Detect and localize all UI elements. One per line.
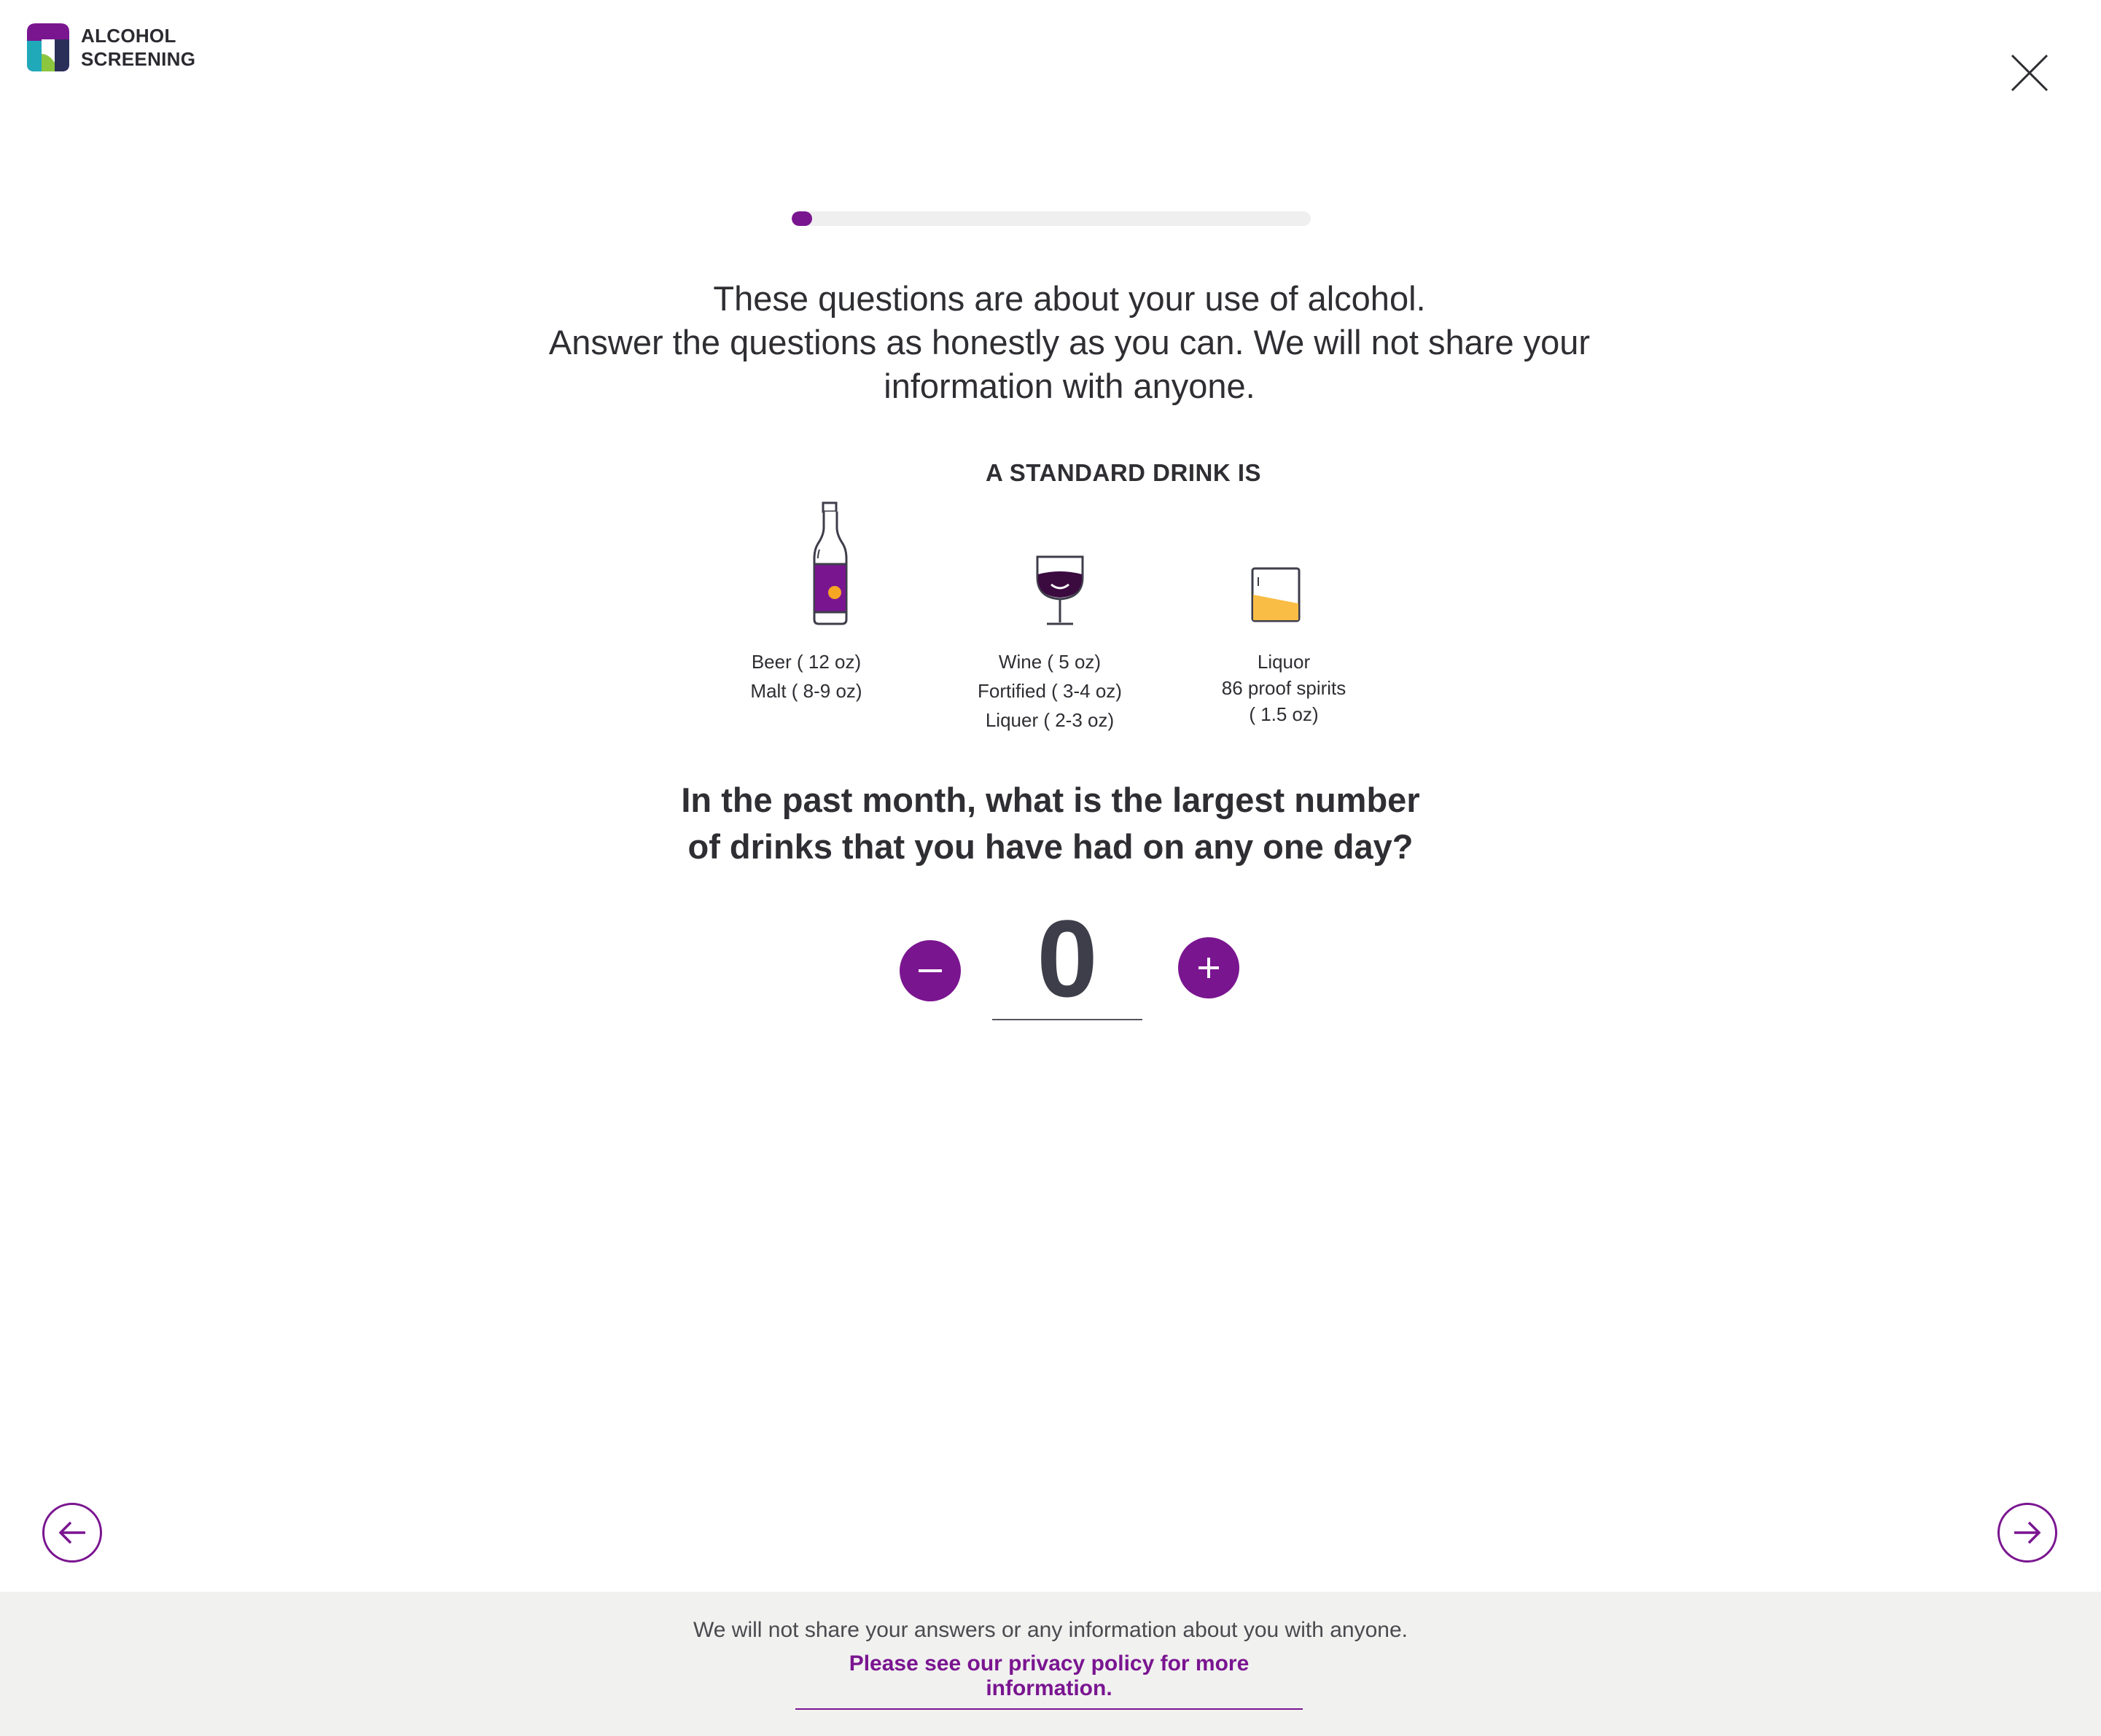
liquor-glass-icon: [1250, 566, 1302, 632]
beer-bottle-icon: [811, 501, 862, 635]
back-button[interactable]: [42, 1503, 102, 1563]
intro-line-3: information with anyone.: [884, 367, 1255, 405]
liquor-line-3: ( 1.5 oz): [1249, 703, 1319, 725]
progress-bar: [792, 211, 1311, 226]
beer-line-2: Malt ( 8-9 oz): [750, 680, 862, 702]
drink-count-input[interactable]: 0: [992, 896, 1142, 1020]
intro-text: These questions are about your use of al…: [467, 277, 1672, 408]
liquor-text: Liquor 86 proof spirits ( 1.5 oz): [1193, 649, 1375, 727]
wine-line-3: Liquer ( 2-3 oz): [985, 709, 1115, 731]
privacy-note: We will not share your answers or any in…: [693, 1618, 1408, 1642]
wine-text: Wine ( 5 oz) Fortified ( 3-4 oz) Liquer …: [959, 647, 1140, 735]
wine-line-2: Fortified ( 3-4 oz): [978, 680, 1122, 702]
drink-liquor: Liquor 86 proof spirits ( 1.5 oz): [1193, 501, 1375, 735]
privacy-policy-link[interactable]: Please see our privacy policy for more i…: [795, 1651, 1303, 1710]
app-logo: ALCOHOL SCREENING: [26, 22, 195, 73]
beer-line-1: Beer ( 12 oz): [751, 651, 862, 673]
footer: We will not share your answers or any in…: [0, 1592, 2101, 1736]
progress-fill: [792, 211, 813, 226]
decrement-button[interactable]: [900, 940, 961, 1001]
plus-icon: [1198, 958, 1219, 978]
question-line-2: of drinks that you have had on any one d…: [687, 827, 1414, 866]
question-text: In the past month, what is the largest n…: [577, 777, 1524, 870]
logo-text-line2: SCREENING: [81, 48, 196, 70]
arrow-left-icon: [58, 1521, 85, 1544]
logo-text-line1: ALCOHOL: [81, 25, 176, 47]
drink-wine: Wine ( 5 oz) Fortified ( 3-4 oz) Liquer …: [959, 501, 1140, 742]
drink-beer: Beer ( 12 oz) Malt ( 8-9 oz): [733, 501, 879, 713]
close-button[interactable]: [2009, 52, 2050, 93]
logo-mark-icon: [26, 22, 71, 73]
arrow-right-icon: [2014, 1521, 2041, 1544]
liquor-line-2: 86 proof spirits: [1221, 677, 1346, 699]
intro-line-1: These questions are about your use of al…: [713, 279, 1426, 318]
wine-line-1: Wine ( 5 oz): [998, 651, 1102, 673]
logo-text: ALCOHOL SCREENING: [81, 24, 195, 71]
liquor-line-1: Liquor: [1257, 651, 1311, 673]
wine-glass-icon: [1034, 552, 1086, 636]
increment-button[interactable]: [1178, 937, 1239, 998]
question-line-1: In the past month, what is the largest n…: [681, 781, 1420, 819]
next-button[interactable]: [1997, 1503, 2057, 1563]
close-icon: [2011, 54, 2049, 92]
minus-icon: [919, 969, 942, 972]
beer-text: Beer ( 12 oz) Malt ( 8-9 oz): [733, 647, 879, 705]
intro-line-2: Answer the questions as honestly as you …: [548, 323, 1591, 361]
standard-drink-title: A STANDARD DRINK IS: [986, 459, 1261, 486]
